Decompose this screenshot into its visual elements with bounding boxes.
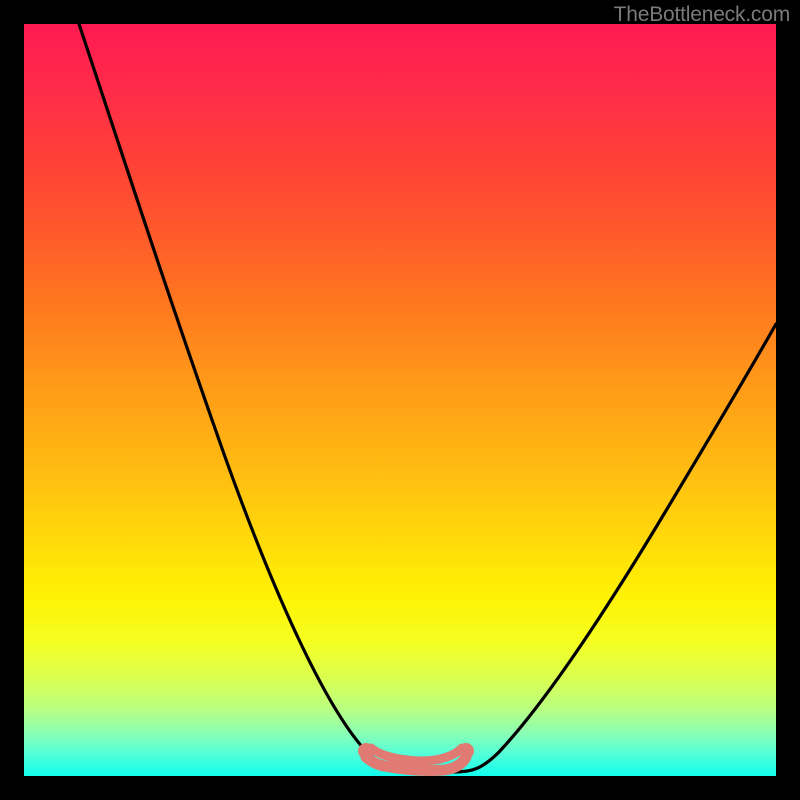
chart-svg-layer: [24, 24, 776, 776]
chart-frame: TheBottleneck.com: [0, 0, 800, 800]
bottleneck-curve: [79, 24, 776, 772]
optimal-range-marker: [359, 744, 474, 771]
plot-area: [24, 24, 776, 776]
